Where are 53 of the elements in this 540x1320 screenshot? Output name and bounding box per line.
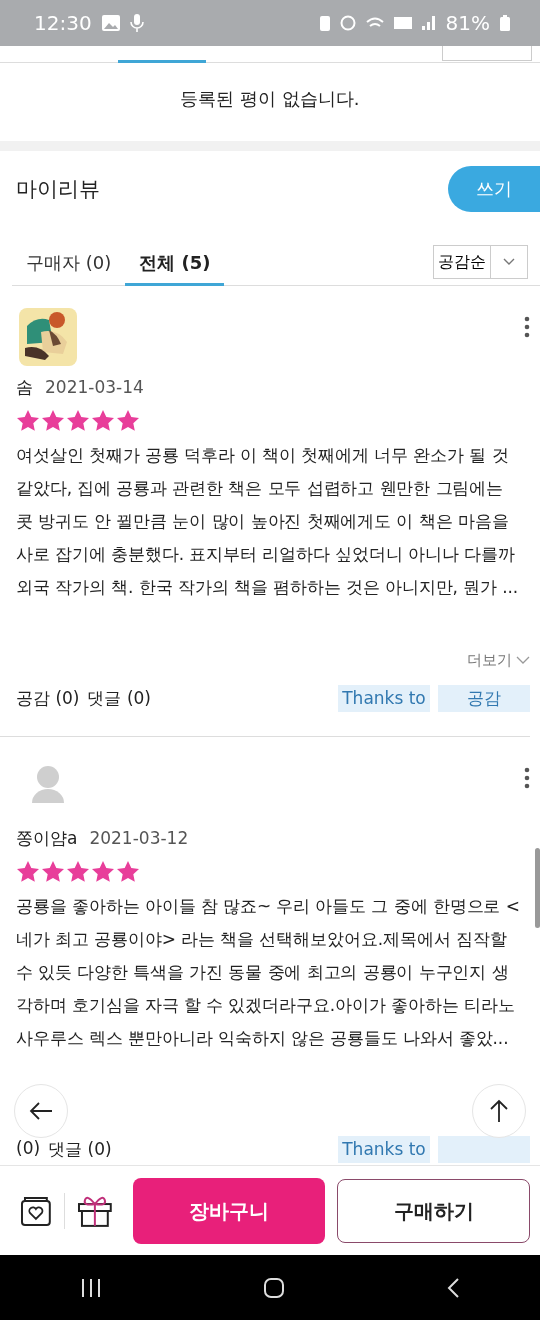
arrow-left-icon	[29, 1101, 53, 1121]
back-button[interactable]	[14, 1084, 68, 1138]
review-date: 2021-03-14	[45, 377, 144, 397]
tab[interactable]: 전체 (5)	[125, 251, 225, 286]
arrow-up-icon	[489, 1099, 509, 1123]
thanks-button[interactable]: Thanks to	[338, 684, 430, 712]
like-button[interactable]: 공감	[438, 684, 530, 712]
home-icon[interactable]	[263, 1276, 285, 1299]
battery-level: 81%	[445, 11, 490, 35]
cart-button[interactable]: 장바구니	[132, 1178, 326, 1244]
star-icon	[91, 409, 115, 433]
thanks-button[interactable]: Thanks to	[338, 1135, 430, 1163]
comment-count: 댓글 (0)	[87, 686, 151, 710]
star-icon	[41, 409, 65, 433]
star-icon	[16, 860, 40, 884]
alarm-icon	[339, 15, 356, 31]
write-button[interactable]: 쓰기	[448, 166, 540, 212]
back-icon[interactable]	[445, 1276, 460, 1299]
review-date: 2021-03-12	[89, 828, 189, 848]
tab[interactable]: 구매자 (0)	[12, 251, 126, 286]
star-icon	[91, 860, 115, 884]
battery-icon	[500, 15, 510, 31]
star-icon	[66, 860, 90, 884]
sort-dropdown[interactable]: 공감순	[433, 245, 528, 279]
buy-button[interactable]: 구매하기	[337, 1179, 530, 1243]
section-title: 마이리뷰	[16, 176, 100, 203]
comment-count: 댓글 (0)	[48, 1137, 112, 1161]
recent-apps-icon[interactable]	[80, 1277, 103, 1298]
more-link[interactable]: 더보기	[467, 650, 512, 670]
star-icon	[16, 409, 40, 433]
wifi-icon	[365, 17, 384, 29]
review-text: 여섯살인 첫째가 공룡 덕후라 이 책이 첫째에게 너무 완소가 될 것 같았다, 집에 공룡과 관련한 책은 모두 섭렵하고 웬만한 그림에는 콧 방귀도 안 뀔만큼 눈이 많이 높아진 첫째에게도 이 책은 마음을 사로 잡기에 충분했다. 표지부터 리얼하다 싶었더니 아니나 다를까 외국 작가의 책. 한국 작가의 책을 폄하하는 것은 아니지만, 뭔가 ...	[16, 444, 520, 599]
more-icon[interactable]	[524, 767, 530, 789]
microphone-icon	[129, 13, 144, 33]
star-icon	[116, 409, 140, 433]
reviewer-name: 쫑이얌a	[16, 827, 78, 850]
signal-icon	[421, 16, 436, 30]
chevron-down-icon	[503, 258, 515, 266]
like-count: 공감 (0)	[16, 686, 80, 710]
wishlist-icon[interactable]	[20, 1195, 52, 1227]
more-icon[interactable]	[524, 316, 530, 338]
empty-message: 등록된 평이 없습니다.	[179, 87, 361, 111]
star-icon	[41, 860, 65, 884]
gift-icon[interactable]	[76, 1194, 113, 1228]
star-icon	[66, 409, 90, 433]
chevron-down-icon	[516, 656, 530, 664]
reviewer-name: 솜	[16, 376, 33, 399]
like-count: (0)	[16, 1137, 41, 1160]
review-text: 공룡을 좋아하는 아이들 참 많죠~ 우리 아들도 그 중에 한명으로 < 네가 최고 공룡이야> 라는 책을 선택해보았어요.제목에서 짐작할 수 있듯 다양한 특색을 가진 동물 중에 최고의 공룡이 누구인지 생각하며 호기심을 자극 할 수 있겠더라구요.아이가 좋아하는 티라노 사우루스 렉스 뿐만아니라 익숙하지 않은 공룡들도 나와서 좋았...	[16, 895, 521, 1050]
image-icon	[101, 15, 120, 31]
status-time: 12:30	[34, 11, 92, 35]
star-icon	[116, 860, 140, 884]
scroll-top-button[interactable]	[472, 1084, 526, 1138]
